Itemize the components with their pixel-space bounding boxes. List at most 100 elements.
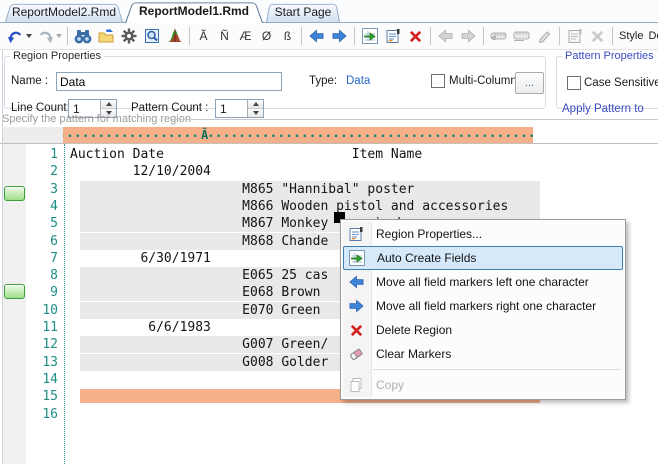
line-text[interactable]: E070 Green (70, 302, 320, 319)
find-button[interactable] (72, 25, 93, 47)
tab-bar: ReportModel2.Rmd ReportModel1.Rmd Start … (0, 0, 658, 23)
report-line[interactable]: 4 M866 Wooden pistol and accessories (0, 198, 658, 215)
line-text[interactable]: M865 "Hannibal" poster (70, 181, 414, 198)
auto-create-fields-icon (362, 28, 378, 44)
draw-pencil-button[interactable] (534, 25, 555, 47)
multi-column-label: Multi-Column (449, 75, 517, 87)
move-markers-right-button[interactable] (329, 25, 350, 47)
measure-button[interactable] (511, 25, 532, 47)
gray-document-icon (567, 28, 583, 44)
red-x-icon (408, 29, 423, 44)
undo-button[interactable] (5, 25, 33, 47)
ruler-button[interactable] (488, 25, 509, 47)
ruler-gutter (2, 127, 63, 143)
line-text-before-marker: M867 Monkey (70, 216, 328, 231)
redo-dropdown-caret[interactable] (56, 34, 62, 38)
region-properties-button[interactable] (382, 25, 403, 47)
char-button-ae[interactable]: Æ (236, 25, 255, 47)
import-report-button[interactable] (95, 25, 116, 47)
tab-start-page[interactable]: Start Page (266, 2, 340, 22)
line-text[interactable]: E068 Brown (70, 284, 320, 301)
spin-up-button[interactable] (248, 100, 263, 109)
histogram-icon (167, 28, 183, 44)
menu-item-label: Delete Region (376, 323, 452, 337)
line-number: 1 (0, 146, 58, 163)
menu-item-label: Copy (376, 378, 404, 392)
line-number: 7 (0, 250, 58, 267)
report-line[interactable]: 1 Auction Date Item Name (0, 146, 658, 163)
field-properties-button[interactable] (564, 25, 585, 47)
char-button-a-tilde[interactable]: Ã (194, 25, 213, 47)
browse-button[interactable]: ... (515, 72, 544, 94)
gray-arrow-left-button[interactable] (435, 25, 456, 47)
tab-reportmodel1[interactable]: ReportModel1.Rmd (125, 0, 263, 23)
line-text[interactable]: 6/6/1983 (70, 319, 211, 336)
line-text[interactable]: 12/10/2004 (70, 163, 211, 180)
undo-icon (7, 28, 24, 44)
redo-button[interactable] (35, 25, 63, 47)
char-label: Ã (199, 29, 207, 43)
pattern-char[interactable]: Ã (200, 127, 209, 143)
char-button-eszett[interactable]: ß (278, 25, 297, 47)
blue-arrow-right-icon (332, 29, 347, 43)
menu-item-delete-region[interactable]: Delete Region (343, 318, 623, 342)
name-label: Name : (11, 75, 48, 87)
statistics-button[interactable] (164, 25, 185, 47)
tab-label: Start Page (266, 2, 340, 22)
char-button-o-slash[interactable]: Ø (257, 25, 276, 47)
style-dropdown[interactable]: Defa (648, 30, 658, 42)
undo-dropdown-caret[interactable] (26, 34, 32, 38)
report-line[interactable]: 3 M865 "Hannibal" poster (0, 181, 658, 198)
multi-column-checkbox[interactable] (431, 74, 445, 88)
toolbar-separator (430, 27, 431, 45)
tape-measure-icon (513, 30, 530, 42)
settings-button[interactable] (118, 25, 139, 47)
blue-arrow-left-icon (309, 29, 324, 43)
pattern-bar[interactable]: Ã (63, 127, 533, 144)
line-text[interactable]: M866 Wooden pistol and accessories (70, 198, 508, 215)
pencil-icon (537, 29, 552, 43)
menu-item-move-markers-right[interactable]: Move all field markers right one charact… (343, 294, 623, 318)
line-text[interactable]: M868 Chande (70, 233, 328, 250)
toolbar-separator (559, 27, 560, 45)
line-text[interactable]: Auction Date Item Name (70, 146, 422, 163)
delete-field-button[interactable] (587, 25, 608, 47)
pattern-properties-group: Pattern Properties Case Sensitive Apply … (556, 50, 658, 109)
line-text[interactable]: G007 Green/ (70, 336, 328, 353)
menu-item-label: Region Properties... (376, 227, 482, 241)
pattern-properties-title: Pattern Properties (562, 50, 657, 62)
eraser-icon (348, 346, 364, 362)
gray-arrow-right-button[interactable] (458, 25, 479, 47)
redo-icon (37, 28, 54, 44)
line-text[interactable]: E065 25 cas (70, 267, 328, 284)
binoculars-icon (74, 29, 92, 44)
region-properties-icon (385, 28, 401, 44)
char-label: Æ (240, 29, 252, 43)
menu-item-region-properties[interactable]: Region Properties... (343, 222, 623, 246)
toolbar-separator (612, 27, 613, 45)
line-text[interactable]: G008 Golder (70, 354, 328, 371)
tab-reportmodel2[interactable]: ReportModel2.Rmd (5, 2, 123, 22)
spin-up-button[interactable] (101, 100, 116, 109)
type-value-link[interactable]: Data (346, 75, 370, 87)
line-number: 14 (0, 371, 58, 388)
report-line[interactable]: 2 12/10/2004 (0, 163, 658, 180)
menu-item-clear-markers[interactable]: Clear Markers (343, 342, 623, 366)
auto-create-fields-button[interactable] (359, 25, 380, 47)
tab-label: ReportModel1.Rmd (125, 0, 263, 22)
menu-item-auto-create-fields[interactable]: Auto Create Fields (343, 246, 623, 270)
menu-item-move-markers-left[interactable]: Move all field markers left one characte… (343, 270, 623, 294)
delete-region-button[interactable] (405, 25, 426, 47)
region-name-input[interactable] (56, 72, 282, 91)
report-line[interactable]: 16 (0, 406, 658, 423)
char-button-n-tilde[interactable]: Ñ (215, 25, 234, 47)
ruler-icon (490, 30, 507, 42)
panel-left-border (2, 50, 3, 464)
line-text[interactable]: 6/30/1971 (70, 250, 211, 267)
move-markers-left-button[interactable] (306, 25, 327, 47)
case-sensitive-checkbox[interactable] (567, 76, 581, 90)
menu-item-copy[interactable]: Copy (343, 373, 623, 397)
preview-button[interactable] (141, 25, 162, 47)
gray-x-icon (590, 29, 605, 44)
toolbar-separator (67, 27, 68, 45)
